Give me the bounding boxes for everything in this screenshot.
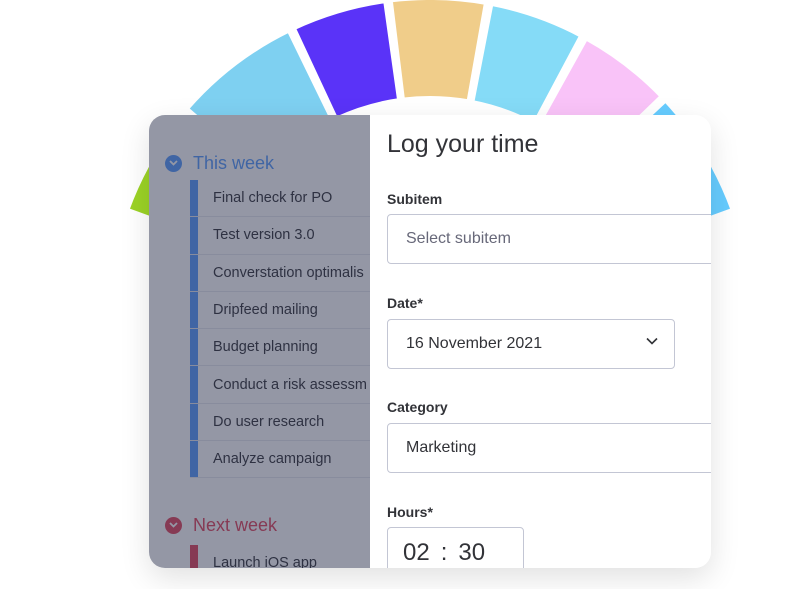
log-time-dialog: This week Final check for PO Test versio… [149, 115, 711, 568]
subitem-placeholder: Select subitem [406, 230, 511, 247]
date-value: 16 November 2021 [406, 335, 543, 352]
subitem-select[interactable]: Select subitem [387, 214, 711, 264]
date-label: Date* [387, 295, 423, 311]
date-picker[interactable]: 16 November 2021 [387, 319, 675, 369]
chevron-down-icon [646, 337, 658, 345]
wheel-segment [388, 0, 489, 104]
hours-input[interactable]: 02 : 30 [387, 527, 524, 568]
minutes-value[interactable]: 30 [458, 539, 485, 567]
form-title: Log your time [387, 130, 539, 158]
category-select[interactable]: Marketing [387, 423, 711, 473]
modal-backdrop [149, 115, 371, 568]
subitem-label: Subitem [387, 191, 443, 207]
category-value: Marketing [406, 439, 477, 456]
hours-label: Hours* [387, 504, 433, 520]
hours-value[interactable]: 02 [403, 539, 430, 567]
log-time-form: Log your time Subitem Select subitem Dat… [370, 115, 711, 568]
task-board-panel: This week Final check for PO Test versio… [149, 115, 371, 568]
category-label: Category [387, 399, 448, 415]
time-separator: : [440, 539, 448, 566]
